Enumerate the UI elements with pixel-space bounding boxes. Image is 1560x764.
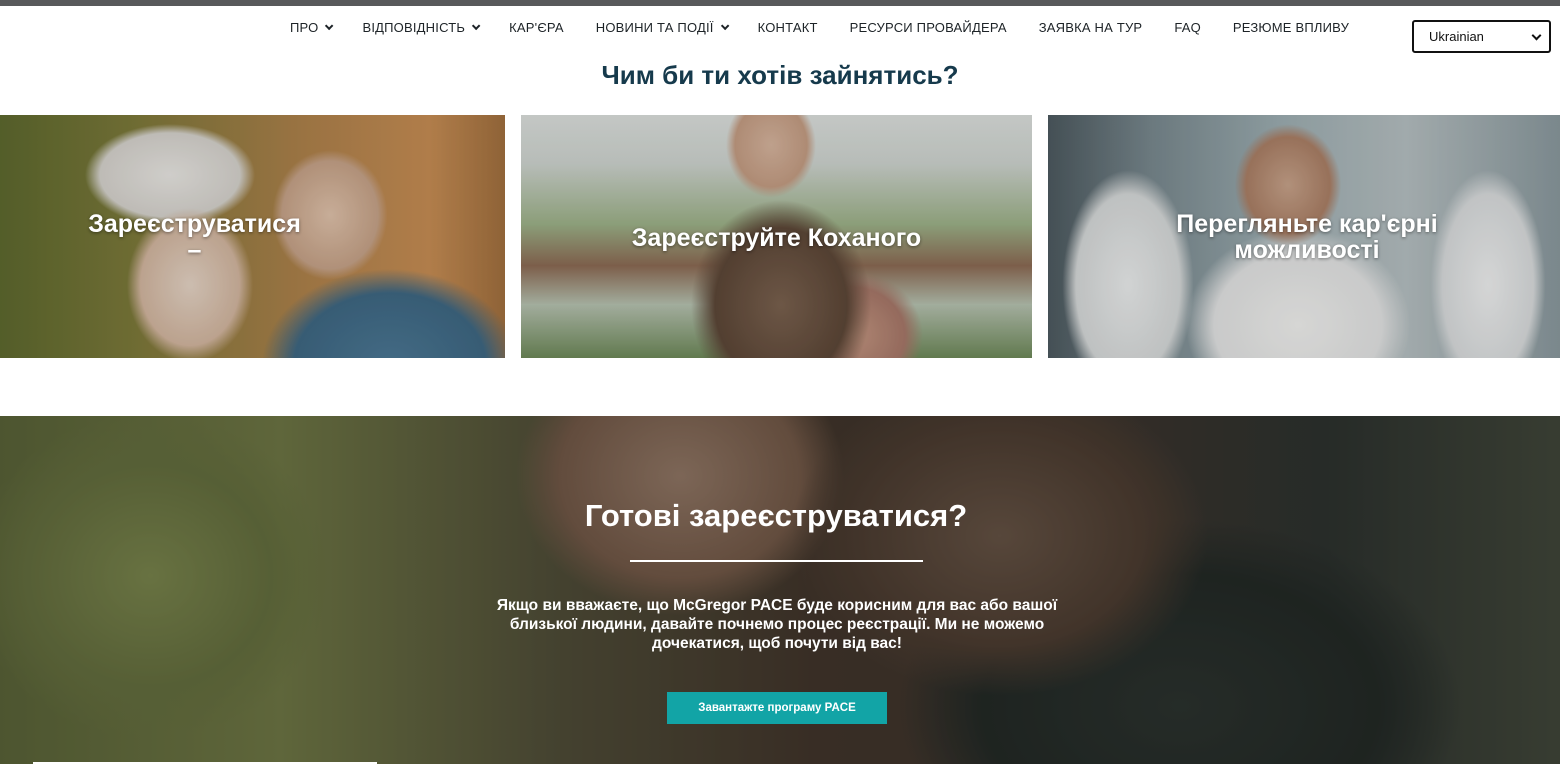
card-label-text: Зареєструватися [88, 210, 301, 238]
nav-item-label: КАР'ЄРА [509, 20, 564, 35]
card-register-loved-one[interactable]: Зареєструйте Коханого [521, 115, 1032, 358]
hero-divider [630, 560, 923, 562]
main-nav: ПРО ВІДПОВІДНІСТЬ КАР'ЄРА НОВИНИ ТА ПОДІ… [0, 6, 1560, 53]
chevron-down-icon [325, 21, 334, 30]
nav-item-about[interactable]: ПРО [290, 20, 334, 35]
nav-item-faq[interactable]: FAQ [1174, 20, 1201, 35]
nav-item-label: ВІДПОВІДНІСТЬ [362, 20, 466, 35]
nav-item-label: КОНТАКТ [757, 20, 818, 35]
card-register[interactable]: Зареєструватися – [0, 115, 505, 358]
nav-item-label: ПРО [290, 20, 319, 35]
hero-text: Якщо ви вважаєте, що McGregor PACE буде … [496, 597, 1058, 652]
card-label: Перегляньте кар'єрні можливості [1054, 211, 1560, 263]
nav-item-tour-request[interactable]: ЗАЯВКА НА ТУР [1039, 20, 1143, 35]
chevron-down-icon [472, 21, 481, 30]
card-label: Зареєструйте Коханого [631, 224, 922, 252]
download-pace-program-button[interactable]: Завантажте програму PACE [667, 692, 887, 724]
hero-title: Готові зареєструватися? [584, 498, 968, 533]
nav-item-news-events[interactable]: НОВИНИ ТА ПОДІЇ [595, 20, 729, 35]
card-label-line1: Перегляньте кар'єрні [1176, 210, 1438, 238]
chevron-down-icon [720, 21, 729, 30]
card-careers[interactable]: Перегляньте кар'єрні можливості [1048, 115, 1560, 358]
section-title: Чим би ти хотів зайнятись? [601, 60, 959, 90]
card-label: Зареєструватися – [0, 211, 505, 263]
nav-menu: ПРО ВІДПОВІДНІСТЬ КАР'ЄРА НОВИНИ ТА ПОДІ… [290, 20, 1381, 35]
nav-item-label: РЕСУРСИ ПРОВАЙДЕРА [849, 20, 1007, 35]
nav-item-label: НОВИНИ ТА ПОДІЇ [595, 20, 714, 35]
card-label-sub: – [187, 236, 202, 264]
nav-item-label: ЗАЯВКА НА ТУР [1038, 20, 1143, 35]
language-select[interactable]: Ukrainian [1412, 20, 1551, 53]
nav-item-label: РЕЗЮМЕ ВПЛИВУ [1232, 20, 1350, 35]
nav-item-impact-summary[interactable]: РЕЗЮМЕ ВПЛИВУ [1233, 20, 1349, 35]
card-label-line2: можливості [1234, 236, 1380, 264]
nav-item-contact[interactable]: КОНТАКТ [758, 20, 818, 35]
language-select-value: Ukrainian [1429, 29, 1484, 44]
chevron-down-icon [1531, 30, 1542, 41]
nav-item-label: FAQ [1174, 20, 1201, 35]
nav-item-eligibility[interactable]: ВІДПОВІДНІСТЬ [362, 20, 481, 35]
hero-cta: Готові зареєструватися? Якщо ви вважаєте… [0, 416, 1560, 764]
nav-item-provider-resources[interactable]: РЕСУРСИ ПРОВАЙДЕРА [850, 20, 1007, 35]
nav-item-careers[interactable]: КАР'ЄРА [509, 20, 564, 35]
